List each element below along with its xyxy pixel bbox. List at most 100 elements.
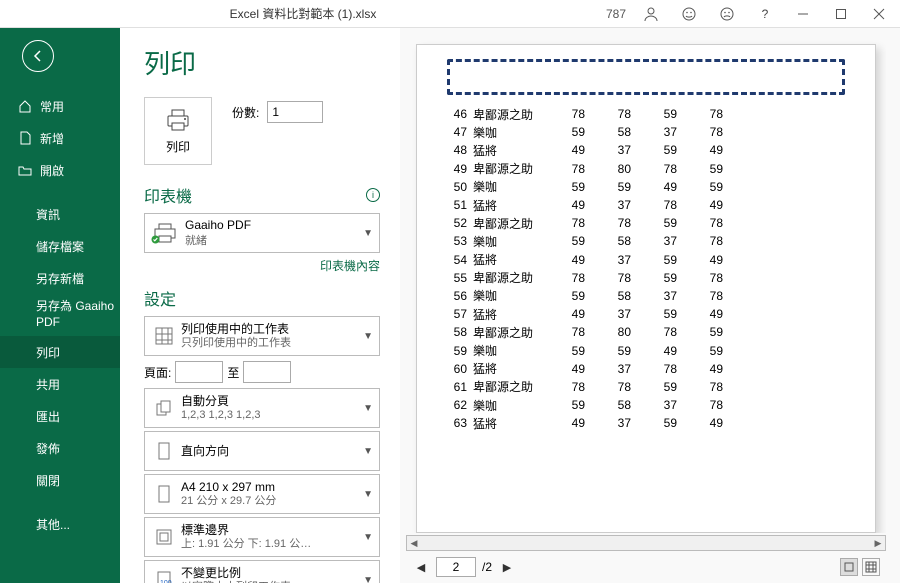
pages-from-label: 頁面: xyxy=(144,364,171,381)
copies-input[interactable] xyxy=(267,101,323,123)
preview-page: 46卑鄙源之助7878597847樂咖5958377848猛將493759494… xyxy=(416,44,876,533)
nav-close[interactable]: 關閉 xyxy=(0,464,120,496)
chevron-down-icon: ▼ xyxy=(363,489,373,500)
nav-saveas[interactable]: 另存新檔 xyxy=(0,262,120,294)
nav-home-label: 常用 xyxy=(40,98,64,115)
file-icon xyxy=(18,131,32,145)
total-pages: /2 xyxy=(482,560,492,574)
back-button[interactable] xyxy=(22,40,54,72)
pages-to-input[interactable] xyxy=(243,361,291,383)
horizontal-scrollbar[interactable]: ◀ ▶ xyxy=(406,535,886,551)
zoom-page-button[interactable] xyxy=(840,558,858,576)
sidebar: 常用 新增 開啟 資訊 儲存檔案 另存新檔 另存為 Gaaiho PDF 列印 … xyxy=(0,28,120,583)
table-row: 51猛將49377849 xyxy=(447,196,845,214)
window-title: Excel 資料比對範本 (1).xlsx xyxy=(0,5,606,22)
table-row: 47樂咖59583778 xyxy=(447,123,845,141)
data-table: 46卑鄙源之助7878597847樂咖5958377848猛將493759494… xyxy=(447,105,845,432)
printer-status: 就緒 xyxy=(185,232,363,248)
nav-info[interactable]: 資訊 xyxy=(0,198,120,230)
sad-icon[interactable] xyxy=(710,0,744,28)
nav-other[interactable]: 其他... xyxy=(0,508,120,540)
nav-open[interactable]: 開啟 xyxy=(0,154,120,186)
pages-to-label: 至 xyxy=(227,364,239,381)
setting-scale[interactable]: 100 不變更比例以實際大小列印工作表 ▼ xyxy=(144,560,380,583)
setting-print-area[interactable]: 列印使用中的工作表只列印使用中的工作表 ▼ xyxy=(144,316,380,356)
table-row: 59樂咖59594959 xyxy=(447,341,845,359)
page-icon xyxy=(151,484,177,504)
nav-saveas-pdf[interactable]: 另存為 Gaaiho PDF xyxy=(0,294,120,336)
table-row: 50樂咖59594959 xyxy=(447,178,845,196)
smile-icon[interactable] xyxy=(672,0,706,28)
table-row: 57猛將49375949 xyxy=(447,305,845,323)
account-number: 787 xyxy=(606,7,626,21)
setting-collate[interactable]: 自動分頁1,2,3 1,2,3 1,2,3 ▼ xyxy=(144,388,380,428)
content: 列印 列印 份數: 印表機 i xyxy=(120,28,900,583)
chevron-down-icon: ▼ xyxy=(363,403,373,414)
titlebar: Excel 資料比對範本 (1).xlsx 787 ? xyxy=(0,0,900,28)
setting-orientation[interactable]: 直向方向 ▼ xyxy=(144,431,380,471)
printer-section-title: 印表機 i xyxy=(144,183,380,207)
page-nav: ◀ /2 ▶ xyxy=(412,557,516,577)
main: 常用 新增 開啟 資訊 儲存檔案 另存新檔 另存為 Gaaiho PDF 列印 … xyxy=(0,28,900,583)
nav-publish[interactable]: 發佈 xyxy=(0,432,120,464)
settings-section-title: 設定 xyxy=(144,286,380,310)
pages-from-input[interactable] xyxy=(175,361,223,383)
printer-properties-link[interactable]: 印表機內容 xyxy=(144,257,380,274)
setting-margins[interactable]: 標準邊界上: 1.91 公分 下: 1.91 公… ▼ xyxy=(144,517,380,557)
preview-pane: 46卑鄙源之助7878597847樂咖5958377848猛將493759494… xyxy=(400,28,900,583)
nav-home[interactable]: 常用 xyxy=(0,90,120,122)
table-row: 55卑鄙源之助78785978 xyxy=(447,269,845,287)
settings-panel: 列印 列印 份數: 印表機 i xyxy=(120,28,400,583)
chevron-down-icon: ▼ xyxy=(363,575,373,583)
close-button[interactable] xyxy=(862,0,896,28)
copies-group: 份數: xyxy=(232,101,323,123)
nav-save[interactable]: 儲存檔案 xyxy=(0,230,120,262)
help-icon[interactable]: ? xyxy=(748,0,782,28)
nav-print[interactable]: 列印 xyxy=(0,336,120,368)
page-range-row: 頁面: 至 xyxy=(144,359,380,385)
chevron-down-icon: ▼ xyxy=(363,331,373,342)
table-row: 46卑鄙源之助78785978 xyxy=(447,105,845,123)
print-button-label: 列印 xyxy=(166,138,190,155)
titlebar-right: 787 ? xyxy=(606,0,900,28)
table-row: 52卑鄙源之助78785978 xyxy=(447,214,845,232)
nav-new[interactable]: 新增 xyxy=(0,122,120,154)
ready-check-icon xyxy=(151,235,160,244)
margins-icon xyxy=(151,527,177,547)
maximize-button[interactable] xyxy=(824,0,858,28)
zoom-margins-button[interactable] xyxy=(862,558,880,576)
copies-label: 份數: xyxy=(232,104,259,121)
chevron-down-icon: ▼ xyxy=(363,228,373,239)
table-row: 53樂咖59583778 xyxy=(447,232,845,250)
current-page-input[interactable] xyxy=(436,557,476,577)
prev-page-button[interactable]: ◀ xyxy=(412,558,430,576)
info-icon[interactable]: i xyxy=(366,188,380,202)
home-icon xyxy=(18,99,32,113)
setting-paper[interactable]: A4 210 x 297 mm21 公分 x 29.7 公分 ▼ xyxy=(144,474,380,514)
selection-box xyxy=(447,59,845,95)
table-row: 61卑鄙源之助78785978 xyxy=(447,378,845,396)
nav-export[interactable]: 匯出 xyxy=(0,400,120,432)
account-icon[interactable] xyxy=(634,0,668,28)
page-title: 列印 xyxy=(144,44,380,81)
nav-share[interactable]: 共用 xyxy=(0,368,120,400)
next-page-button[interactable]: ▶ xyxy=(498,558,516,576)
table-row: 56樂咖59583778 xyxy=(447,287,845,305)
chevron-down-icon: ▼ xyxy=(363,532,373,543)
printer-icon xyxy=(164,108,192,132)
table-row: 60猛將49377849 xyxy=(447,360,845,378)
printer-selector[interactable]: Gaaiho PDF 就緒 ▼ xyxy=(144,213,380,253)
scroll-left-button[interactable]: ◀ xyxy=(407,538,421,549)
nav-new-label: 新增 xyxy=(40,130,64,147)
collate-icon xyxy=(151,398,177,418)
print-box: 列印 份數: xyxy=(144,97,380,165)
minimize-button[interactable] xyxy=(786,0,820,28)
preview-scroll[interactable]: 46卑鄙源之助7878597847樂咖5958377848猛將493759494… xyxy=(406,40,886,533)
table-row: 49卑鄙源之助78807859 xyxy=(447,160,845,178)
print-button[interactable]: 列印 xyxy=(144,97,212,165)
table-row: 63猛將49375949 xyxy=(447,414,845,432)
scroll-right-button[interactable]: ▶ xyxy=(871,538,885,549)
printer-name: Gaaiho PDF xyxy=(185,218,363,232)
printer-device-icon xyxy=(151,223,179,243)
sheets-icon xyxy=(151,326,177,346)
